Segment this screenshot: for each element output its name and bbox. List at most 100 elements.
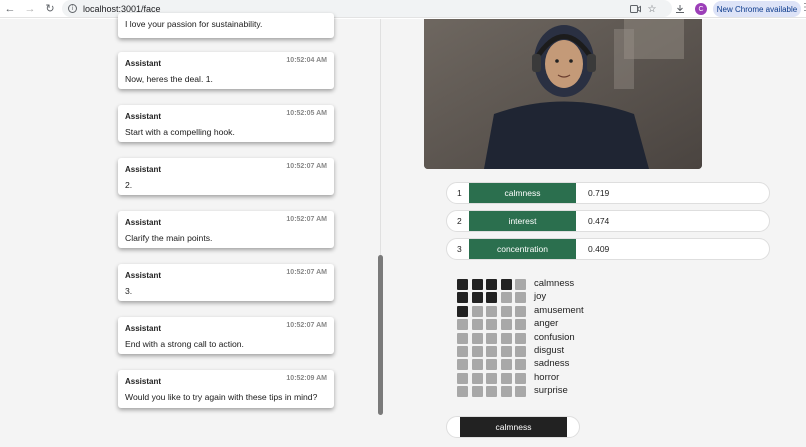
- emotion-grid-cell: [500, 279, 512, 290]
- emotion-grid-cell: [471, 359, 483, 371]
- chat-message: Assistant 10:52:07 AM 3.: [118, 264, 334, 301]
- emotion-grid-cell: [471, 386, 483, 398]
- message-sender: Assistant: [125, 59, 162, 68]
- site-info-icon[interactable]: i: [68, 4, 77, 13]
- emotion-grid-cell: [471, 292, 483, 304]
- message-time: 10:52:04 AM: [286, 57, 327, 64]
- emotion-score: 0.719: [588, 188, 610, 198]
- emotion-grid-label: calmness: [534, 278, 575, 289]
- emotion-grid-cell: [471, 346, 483, 357]
- emotion-grid-cell: [486, 305, 497, 317]
- emotion-grid-cell: [457, 359, 468, 371]
- emotion-grid-cell: [515, 332, 526, 344]
- message-sender: Assistant: [125, 377, 162, 386]
- new-chrome-button[interactable]: New Chrome available: [713, 1, 801, 17]
- emotion-grid-cell: [486, 372, 497, 384]
- current-emotion-pill: calmness: [446, 416, 580, 438]
- chat-scrollbar[interactable]: [378, 255, 383, 415]
- emotion-grid-cell: [486, 386, 497, 398]
- emotion-grid-label: amusement: [534, 304, 584, 316]
- rank-number: 3: [457, 244, 462, 254]
- chat-message: Assistant 10:52:07 AM Clarify the main p…: [118, 211, 334, 248]
- emotion-grid-cell: [471, 319, 483, 331]
- emotion-grid-label: disgust: [534, 345, 565, 356]
- message-time: 10:52:07 AM: [286, 269, 327, 276]
- emotion-grid-cell: [457, 372, 468, 384]
- rank-number: 2: [457, 216, 462, 226]
- message-time: 10:52:09 AM: [286, 375, 327, 382]
- emotion-grid-cell: [486, 332, 497, 344]
- emotion-grid-cell: [500, 292, 512, 304]
- message-sender: Assistant: [125, 165, 162, 174]
- camera-icon[interactable]: [628, 2, 642, 16]
- emotion-grid-cell: [457, 279, 468, 290]
- chat-message: Assistant 10:52:04 AM Now, heres the dea…: [118, 52, 334, 89]
- panel-divider: [380, 19, 381, 255]
- emotion-grid-cell: [515, 279, 526, 290]
- message-text: End with a strong call to action.: [125, 339, 244, 349]
- download-icon[interactable]: [673, 2, 687, 16]
- emotion-grid-cell: [500, 346, 512, 357]
- webcam-video: [424, 19, 702, 169]
- emotion-grid-cell: [515, 386, 526, 398]
- emotion-grid-cell: [486, 292, 497, 304]
- emotion-grid-cell: [457, 319, 468, 331]
- face-page: I love your passion for sustainability. …: [0, 13, 806, 447]
- emotion-name: interest: [469, 211, 576, 231]
- emotion-grid-label: horror: [534, 371, 560, 383]
- emotion-grid-cell: [457, 386, 468, 398]
- chat-message: Assistant 10:52:05 AM Start with a compe…: [118, 105, 334, 142]
- emotion-grid-cell: [486, 279, 497, 290]
- emotion-grid-cell: [471, 279, 483, 290]
- emotion-grid-label: sadness: [534, 358, 570, 370]
- emotion-grid-cell: [486, 346, 497, 357]
- message-text: 2.: [125, 180, 133, 190]
- emotion-grid-cell: [515, 319, 526, 331]
- top-emotion-row: 3 concentration 0.409: [446, 238, 770, 260]
- message-sender: Assistant: [125, 218, 162, 227]
- chat-message: I love your passion for sustainability.: [118, 13, 334, 38]
- emotion-grid-cell: [500, 319, 512, 331]
- emotion-score: 0.409: [588, 244, 610, 254]
- message-sender: Assistant: [125, 271, 162, 280]
- emotion-grid-cell: [471, 305, 483, 317]
- bookmark-star-icon[interactable]: ☆: [645, 2, 659, 16]
- chat-message: Assistant 10:52:09 AM Would you like to …: [118, 370, 334, 408]
- chat-message: Assistant 10:52:07 AM End with a strong …: [118, 317, 334, 354]
- message-time: 10:52:07 AM: [286, 163, 327, 170]
- emotion-grid-cell: [515, 346, 526, 357]
- more-menu-icon[interactable]: ⋮: [800, 2, 806, 13]
- emotion-grid-cell: [515, 359, 526, 371]
- emotion-grid-cell: [486, 359, 497, 371]
- emotion-grid-cell: [457, 305, 468, 317]
- chat-message: Assistant 10:52:07 AM 2.: [118, 158, 334, 195]
- emotion-grid-label: confusion: [534, 331, 575, 343]
- message-text: Clarify the main points.: [125, 233, 213, 243]
- emotion-grid-cell: [471, 332, 483, 344]
- message-time: 10:52:07 AM: [286, 322, 327, 329]
- top-emotion-row: 2 interest 0.474: [446, 210, 770, 232]
- message-text: Now, heres the deal. 1.: [125, 74, 213, 84]
- emotion-name: concentration: [469, 239, 576, 259]
- emotion-grid-cell: [457, 346, 468, 357]
- message-text: Start with a compelling hook.: [125, 127, 235, 137]
- emotion-grid-cell: [500, 332, 512, 344]
- emotion-grid-cell: [515, 292, 526, 304]
- reload-icon[interactable]: ↻: [40, 0, 60, 18]
- current-emotion-label: calmness: [460, 417, 567, 437]
- message-time: 10:52:05 AM: [286, 110, 327, 117]
- emotion-grid-label: anger: [534, 318, 559, 330]
- emotion-score: 0.474: [588, 216, 610, 226]
- emotion-grid-cell: [486, 319, 497, 331]
- emotion-grid-cell: [500, 359, 512, 371]
- message-sender: Assistant: [125, 324, 162, 333]
- message-text: 3.: [125, 286, 133, 296]
- emotion-grid-label: surprise: [534, 385, 568, 397]
- emotion-grid-cell: [515, 372, 526, 384]
- back-arrow-icon[interactable]: ←: [0, 0, 20, 18]
- emotion-grid-cell: [457, 292, 468, 304]
- message-sender: Assistant: [125, 112, 162, 121]
- message-text: I love your passion for sustainability.: [125, 19, 263, 29]
- profile-avatar[interactable]: C: [695, 3, 707, 15]
- forward-arrow-icon[interactable]: →: [20, 0, 40, 18]
